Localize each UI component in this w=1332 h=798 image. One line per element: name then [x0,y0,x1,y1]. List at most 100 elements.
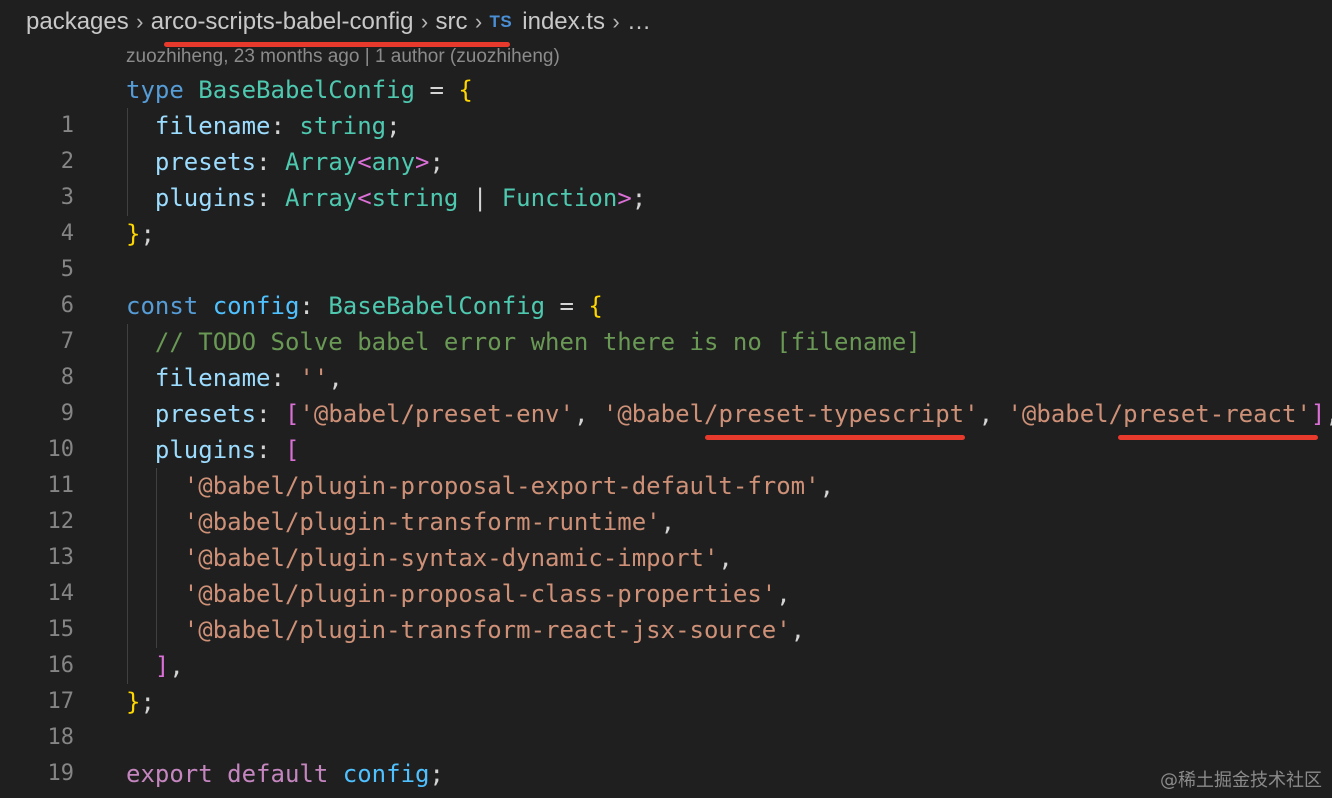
property-presets: presets [154,400,257,428]
punctuation: : [256,436,285,464]
punctuation: , [819,472,835,500]
annotation-underline-preset-typescript [705,435,965,440]
punctuation: : [299,292,329,320]
bracket: [ [284,436,300,464]
code-line: 20 export default config; [0,756,1332,798]
code-line: 14 '@babel/plugin-syntax-dynamic-import'… [0,540,1332,606]
keyword-export: export [126,760,213,788]
punctuation: , [1325,400,1332,428]
breadcrumb-item-index-ts[interactable]: index.ts [522,8,605,36]
line-number: 20 [0,792,75,798]
keyword-default: default [227,760,329,788]
operator: = [415,76,459,104]
punctuation: ; [429,760,444,788]
string-plugin: '@babel/plugin-transform-react-jsx-sourc… [183,616,791,644]
string-plugin: '@babel/plugin-proposal-class-properties… [183,580,777,608]
code-line: 12 '@babel/plugin-proposal-export-defaul… [0,468,1332,534]
punctuation: , [660,508,676,536]
code-line: 9 filename: '', [0,360,1332,426]
punctuation: , [718,544,733,572]
breadcrumb-item-src[interactable]: src [436,8,468,36]
code-line: 13 '@babel/plugin-transform-runtime', [0,504,1332,570]
string-preset-env: '@babel/preset-env' [299,400,574,428]
property-filename: filename [154,364,271,392]
todo-comment: // TODO Solve babel error when there is … [154,328,921,356]
type-name: BaseBabelConfig [198,76,415,104]
annotation-underline-preset-react [1118,435,1318,440]
typescript-file-icon: TS [489,12,513,31]
punctuation: ; [140,688,155,716]
string-literal: '' [299,364,329,392]
breadcrumb: packages › arco-scripts-babel-config › s… [0,0,651,44]
string-plugin: '@babel/plugin-syntax-dynamic-import' [183,544,719,572]
punctuation: : [270,112,300,140]
type-any: any [371,148,416,176]
operator: = [545,292,589,320]
brace: { [588,292,603,320]
code-line: 4 plugins: Array<string | Function>; [0,180,1332,246]
punctuation: , [790,616,806,644]
type-string: string [371,184,459,212]
code-line: 1 type BaseBabelConfig = { [0,72,1332,138]
code-line: 15 '@babel/plugin-proposal-class-propert… [0,576,1332,642]
keyword-type: type [126,76,184,104]
code-line: 7 const config: BaseBabelConfig = { [0,288,1332,354]
code-line: 3 presets: Array<any>; [0,144,1332,210]
variable-config: config [342,760,430,788]
string-preset-react: '@babel/preset-react' [1007,400,1311,428]
punctuation: : [256,400,285,428]
brace: } [126,220,141,248]
angle-bracket: < [357,148,372,176]
punctuation: ; [631,184,647,212]
breadcrumb-item-arco-scripts-babel-config[interactable]: arco-scripts-babel-config [151,8,414,36]
chevron-right-icon: › [420,9,429,34]
bracket: [ [284,400,300,428]
code-line: 10 presets: ['@babel/preset-env', '@babe… [0,396,1332,462]
code-line: 8 // TODO Solve babel error when there i… [0,324,1332,390]
code-line: 16 '@babel/plugin-transform-react-jsx-so… [0,612,1332,678]
type-string: string [299,112,387,140]
string-preset-typescript: '@babel/preset-typescript' [602,400,979,428]
string-plugin: '@babel/plugin-proposal-export-default-f… [183,472,820,500]
code-line: 17 ], [0,648,1332,714]
bracket: ] [1310,400,1326,428]
code-line: 19 [0,720,1332,786]
chevron-right-icon: › [612,9,620,34]
punctuation: : [270,364,300,392]
punctuation: : [256,148,285,176]
property-presets: presets [154,148,257,176]
code-line: 6 [0,252,1332,318]
punctuation: , [573,400,603,428]
breadcrumb-item-more[interactable]: … [627,8,651,36]
code-line: 18 }; [0,684,1332,750]
type-array: Array [284,148,358,176]
code-line: 2 filename: string; [0,108,1332,174]
git-blame-annotation[interactable]: zuozhiheng, 23 months ago | 1 author (zu… [126,44,560,70]
type-name: BaseBabelConfig [328,292,546,320]
punctuation: ; [140,220,155,248]
chevron-right-icon: › [136,9,144,34]
code-area[interactable]: 1 type BaseBabelConfig = { 2 filename: s… [0,72,1332,798]
punctuation: ; [386,112,401,140]
operator: | [458,184,502,212]
code-editor: packages › arco-scripts-babel-config › s… [0,0,1332,798]
angle-bracket: > [415,148,430,176]
chevron-right-icon: › [474,9,483,34]
punctuation: : [256,184,285,212]
punctuation: ; [429,148,444,176]
breadcrumb-item-packages[interactable]: packages [26,8,129,36]
punctuation: , [328,364,343,392]
type-function: Function [501,184,618,212]
angle-bracket: > [617,184,632,212]
punctuation: , [169,652,184,680]
keyword-const: const [126,292,199,320]
brace: { [458,76,473,104]
punctuation: , [978,400,1008,428]
type-array: Array [284,184,358,212]
angle-bracket: < [357,184,372,212]
code-line: 5 }; [0,216,1332,282]
brace: } [126,688,141,716]
bracket: ] [154,652,170,680]
property-plugins: plugins [154,184,257,212]
string-plugin: '@babel/plugin-transform-runtime' [183,508,661,536]
